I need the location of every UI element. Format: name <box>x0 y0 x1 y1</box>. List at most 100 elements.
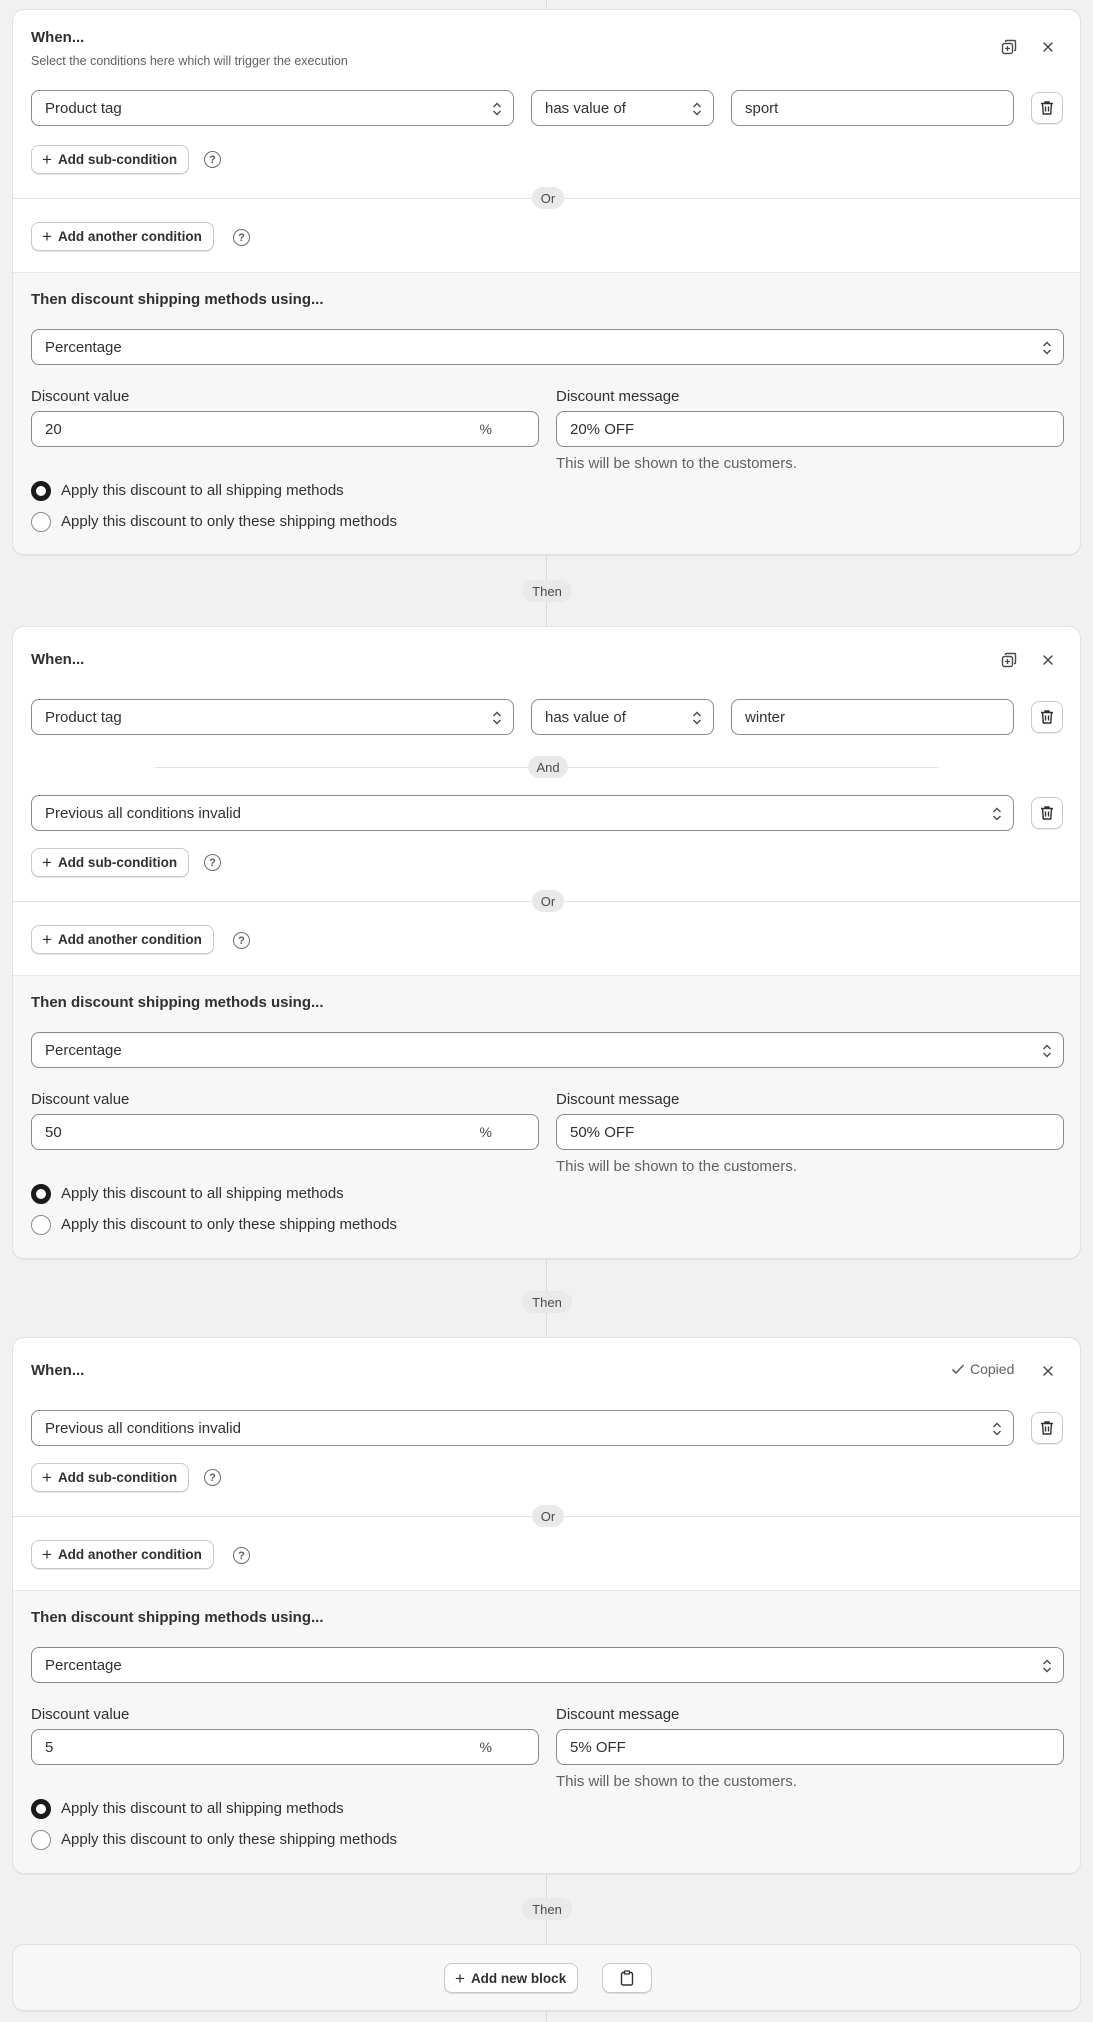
add-another-condition-label: Add another condition <box>57 1547 202 1562</box>
delete-condition-button[interactable] <box>1031 701 1063 733</box>
radio-all-label: Apply this discount to all shipping meth… <box>61 482 344 499</box>
radio-only-label: Apply this discount to only these shippi… <box>61 1831 398 1848</box>
radio-all-label: Apply this discount to all shipping meth… <box>61 1185 344 1202</box>
close-icon[interactable] <box>1034 1357 1062 1385</box>
discount-message-help: This will be shown to the customers. <box>556 455 797 472</box>
percent-suffix: % <box>479 1739 492 1755</box>
radio-all-shipping-methods[interactable] <box>31 481 51 501</box>
discount-message-input[interactable]: 5% OFF <box>556 1729 1064 1765</box>
help-icon[interactable]: ? <box>233 932 250 949</box>
duplicate-icon[interactable] <box>995 33 1023 61</box>
condition-field-value: Product tag <box>45 708 122 726</box>
condition-value-text: sport <box>745 99 779 117</box>
help-icon[interactable]: ? <box>204 1469 221 1486</box>
when-subtitle: Select the conditions here which will tr… <box>31 54 348 68</box>
add-another-condition-label: Add another condition <box>57 229 202 244</box>
select-chevron-icon <box>1043 1659 1051 1673</box>
condition-operator-value: has value of <box>545 708 626 726</box>
condition-field-value: Product tag <box>45 99 122 117</box>
condition-operator-value: has value of <box>545 99 626 117</box>
plus-icon: + <box>42 853 52 872</box>
percent-suffix: % <box>479 1124 492 1140</box>
or-separator: Or <box>532 890 564 912</box>
help-icon[interactable]: ? <box>233 229 250 246</box>
delete-condition-button[interactable] <box>1031 1412 1063 1444</box>
discount-value-text: 5 <box>45 1738 54 1756</box>
discount-message-text: 20% OFF <box>570 420 635 438</box>
discount-type-value: Percentage <box>45 1041 122 1059</box>
trash-icon <box>1041 806 1053 820</box>
discount-message-label: Discount message <box>556 1091 680 1108</box>
add-another-condition-label: Add another condition <box>57 932 202 947</box>
condition-field-select[interactable]: Previous all conditions invalid <box>31 795 1014 831</box>
condition-field-select[interactable]: Product tag <box>31 90 514 126</box>
discount-type-select[interactable]: Percentage <box>31 1032 1064 1068</box>
discount-value-input[interactable]: 50 % <box>31 1114 539 1150</box>
add-new-block-label: Add new block <box>470 1970 567 1986</box>
add-sub-condition-label: Add sub-condition <box>57 152 178 167</box>
close-icon[interactable] <box>1034 33 1062 61</box>
add-block-footer: + Add new block <box>12 1944 1081 2011</box>
discount-type-select[interactable]: Percentage <box>31 1647 1064 1683</box>
condition-field-value: Previous all conditions invalid <box>45 1419 241 1437</box>
radio-only-label: Apply this discount to only these shippi… <box>61 513 398 530</box>
condition-field-select[interactable]: Previous all conditions invalid <box>31 1410 1014 1446</box>
radio-all-shipping-methods[interactable] <box>31 1799 51 1819</box>
copied-status: Copied <box>951 1361 1014 1377</box>
trash-icon <box>1041 101 1053 115</box>
add-sub-condition-button[interactable]: + Add sub-condition <box>31 848 190 877</box>
trash-icon <box>1041 710 1053 724</box>
help-icon[interactable]: ? <box>204 151 221 168</box>
then-title: Then discount shipping methods using... <box>31 1609 324 1626</box>
discount-value-input[interactable]: 5 % <box>31 1729 539 1765</box>
then-connector: Then <box>522 580 572 602</box>
discount-value-label: Discount value <box>31 1091 130 1108</box>
add-another-condition-button[interactable]: + Add another condition <box>31 925 214 954</box>
discount-message-label: Discount message <box>556 388 680 405</box>
discount-message-text: 5% OFF <box>570 1738 626 1756</box>
condition-operator-select[interactable]: has value of <box>531 90 714 126</box>
condition-operator-select[interactable]: has value of <box>531 699 714 735</box>
rule-block-3: When... Copied Previous all conditions i… <box>12 1337 1081 1874</box>
radio-all-label: Apply this discount to all shipping meth… <box>61 1800 344 1817</box>
copied-label: Copied <box>970 1361 1015 1377</box>
condition-field-select[interactable]: Product tag <box>31 699 514 735</box>
add-sub-condition-button[interactable]: + Add sub-condition <box>31 145 190 174</box>
plus-icon: + <box>42 150 52 169</box>
discount-message-text: 50% OFF <box>570 1123 635 1141</box>
discount-message-input[interactable]: 20% OFF <box>556 411 1064 447</box>
discount-type-select[interactable]: Percentage <box>31 329 1064 365</box>
radio-only-these-shipping-methods[interactable] <box>31 1215 51 1235</box>
select-chevron-icon <box>993 807 1001 821</box>
add-another-condition-button[interactable]: + Add another condition <box>31 222 214 251</box>
duplicate-icon[interactable] <box>995 646 1023 674</box>
percent-suffix: % <box>479 421 492 437</box>
help-icon[interactable]: ? <box>233 1547 250 1564</box>
radio-only-these-shipping-methods[interactable] <box>31 512 51 532</box>
then-connector: Then <box>522 1291 572 1313</box>
paste-block-button[interactable] <box>602 1963 652 1993</box>
help-icon[interactable]: ? <box>204 854 221 871</box>
discount-message-help: This will be shown to the customers. <box>556 1158 797 1175</box>
delete-condition-button[interactable] <box>1031 92 1063 124</box>
clipboard-icon <box>620 1970 634 1986</box>
plus-icon: + <box>42 227 52 246</box>
close-icon[interactable] <box>1034 646 1062 674</box>
radio-all-shipping-methods[interactable] <box>31 1184 51 1204</box>
select-chevron-icon <box>693 711 701 725</box>
discount-message-label: Discount message <box>556 1706 680 1723</box>
plus-icon: + <box>455 1968 465 1988</box>
discount-message-input[interactable]: 50% OFF <box>556 1114 1064 1150</box>
select-chevron-icon <box>493 102 501 116</box>
discount-value-input[interactable]: 20 % <box>31 411 539 447</box>
check-icon <box>951 1364 965 1375</box>
add-sub-condition-button[interactable]: + Add sub-condition <box>31 1463 190 1492</box>
add-another-condition-button[interactable]: + Add another condition <box>31 1540 214 1569</box>
when-title: When... <box>31 651 85 668</box>
radio-only-these-shipping-methods[interactable] <box>31 1830 51 1850</box>
or-separator: Or <box>532 187 564 209</box>
delete-condition-button[interactable] <box>1031 797 1063 829</box>
condition-value-input[interactable]: sport <box>731 90 1014 126</box>
condition-value-input[interactable]: winter <box>731 699 1014 735</box>
add-new-block-button[interactable]: + Add new block <box>444 1963 579 1993</box>
